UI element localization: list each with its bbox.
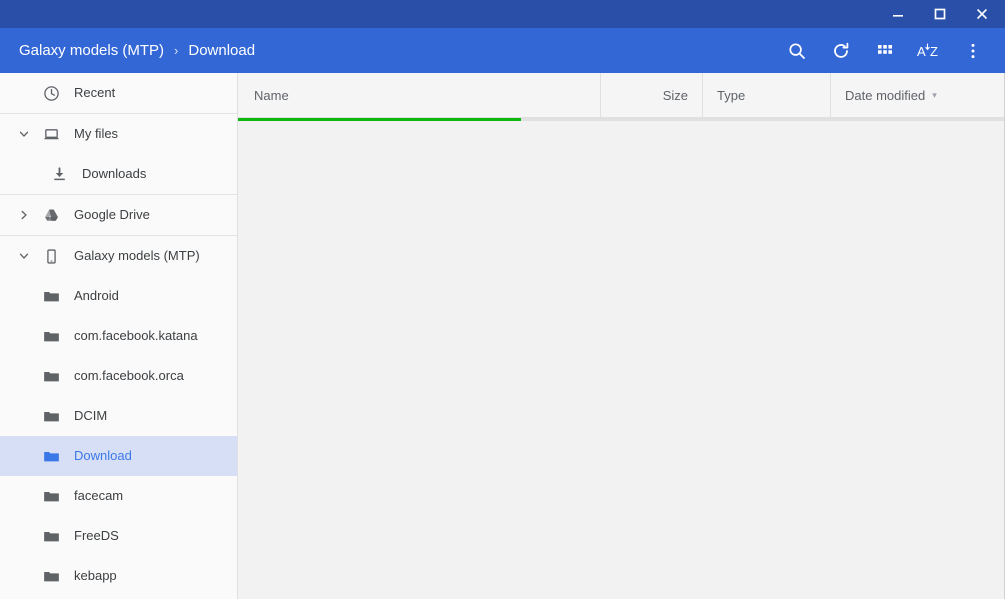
grid-view-button[interactable] — [863, 31, 907, 71]
more-options-button[interactable] — [951, 31, 995, 71]
sidebar-item-label: Google Drive — [74, 207, 150, 222]
sidebar-item-freeds[interactable]: FreeDS — [0, 516, 237, 556]
sidebar-item-label: Downloads — [82, 166, 147, 181]
file-table-header: Name Size Type Date modified ▾ — [238, 73, 1004, 118]
chevron-right-icon[interactable] — [10, 209, 38, 221]
more-options-icon — [971, 43, 975, 58]
column-header-label: Type — [717, 87, 746, 103]
column-header-type[interactable]: Type — [702, 73, 830, 117]
breadcrumb-separator-icon: › — [174, 42, 179, 58]
sidebar-item-google-drive[interactable]: Google Drive — [0, 195, 237, 235]
folder-icon — [38, 528, 64, 545]
google-drive-icon — [38, 207, 64, 224]
title-bar — [0, 0, 1005, 28]
sidebar-item-kebapp[interactable]: kebapp — [0, 556, 237, 596]
loading-progress-bar — [238, 118, 1004, 121]
close-button[interactable] — [961, 0, 1003, 28]
folder-icon — [38, 568, 64, 585]
sidebar-item-label: Download — [74, 448, 132, 463]
refresh-icon — [834, 42, 849, 58]
folder-icon — [38, 328, 64, 345]
column-header-label: Size — [662, 87, 688, 103]
sidebar: Recent My files Downloads Google Drive G… — [0, 73, 238, 599]
breadcrumb: Galaxy models (MTP) › Download — [16, 40, 775, 62]
breadcrumb-root[interactable]: Galaxy models (MTP) — [16, 40, 167, 62]
chevron-down-icon[interactable] — [10, 128, 38, 140]
sidebar-item-label: com.facebook.orca — [74, 368, 184, 383]
clock-icon — [38, 85, 64, 102]
column-header-date-modified[interactable]: Date modified ▾ — [830, 73, 1004, 117]
file-list-pane: Name Size Type Date modified ▾ — [238, 73, 1005, 599]
sidebar-item-com-facebook-katana[interactable]: com.facebook.katana — [0, 316, 237, 356]
file-list[interactable] — [238, 121, 1004, 599]
nav-group-recent: Recent — [0, 73, 237, 113]
sidebar-item-label: DCIM — [74, 408, 108, 423]
svg-text:A: A — [917, 44, 926, 59]
chevron-down-icon[interactable] — [10, 250, 38, 262]
minimize-button[interactable] — [877, 0, 919, 28]
sidebar-item-com-facebook-orca[interactable]: com.facebook.orca — [0, 356, 237, 396]
sidebar-item-galaxy-models[interactable]: Galaxy models (MTP) — [0, 236, 237, 276]
sidebar-item-downloads[interactable]: Downloads — [0, 154, 237, 194]
nav-group-my-files: My files Downloads — [0, 114, 237, 194]
sidebar-item-my-files[interactable]: My files — [0, 114, 237, 154]
svg-text:Z: Z — [930, 44, 938, 59]
breadcrumb-current[interactable]: Download — [185, 40, 258, 62]
sidebar-item-label: Galaxy models (MTP) — [74, 248, 200, 263]
refresh-button[interactable] — [819, 31, 863, 71]
nav-group-google-drive: Google Drive — [0, 195, 237, 235]
sidebar-item-label: com.facebook.katana — [74, 328, 198, 343]
download-icon — [46, 166, 72, 183]
column-header-label: Name — [254, 87, 289, 103]
column-header-name[interactable]: Name — [238, 73, 600, 117]
column-header-size[interactable]: Size — [600, 73, 702, 117]
sidebar-item-recent[interactable]: Recent — [0, 73, 237, 113]
sidebar-item-label: kebapp — [74, 568, 117, 583]
phone-icon — [38, 248, 64, 265]
search-icon — [789, 42, 805, 59]
column-header-label: Date modified — [845, 87, 926, 103]
nav-group-galaxy-models: Galaxy models (MTP) Android com.facebook… — [0, 236, 237, 599]
maximize-button[interactable] — [919, 0, 961, 28]
toolbar-actions: A Z — [775, 31, 995, 71]
sort-az-button[interactable]: A Z — [907, 31, 951, 71]
sidebar-item-label: Recent — [74, 85, 116, 100]
toolbar: Galaxy models (MTP) › Download A Z — [0, 28, 1005, 73]
sort-descending-icon: ▾ — [932, 89, 937, 100]
sidebar-item-facecam[interactable]: facecam — [0, 476, 237, 516]
loading-progress-fill — [238, 118, 522, 121]
folder-icon — [38, 408, 64, 425]
files-app-window: Galaxy models (MTP) › Download A Z Recen… — [0, 0, 1005, 599]
sidebar-item-download[interactable]: Download — [0, 436, 237, 476]
sidebar-item-dcim[interactable]: DCIM — [0, 396, 237, 436]
sort-az-icon: A Z — [917, 42, 938, 59]
sidebar-item-label: FreeDS — [74, 528, 119, 543]
sidebar-item-android[interactable]: Android — [0, 276, 237, 316]
folder-icon — [38, 368, 64, 385]
body: Recent My files Downloads Google Drive G… — [0, 73, 1005, 599]
sidebar-item-label: My files — [74, 126, 119, 141]
sidebar-item-label: Android — [74, 288, 119, 303]
laptop-icon — [38, 126, 64, 143]
folder-icon — [38, 288, 64, 305]
grid-view-icon — [878, 44, 892, 54]
folder-icon — [38, 448, 64, 465]
folder-icon — [38, 488, 64, 505]
sidebar-item-label: facecam — [74, 488, 124, 503]
search-button[interactable] — [775, 31, 819, 71]
